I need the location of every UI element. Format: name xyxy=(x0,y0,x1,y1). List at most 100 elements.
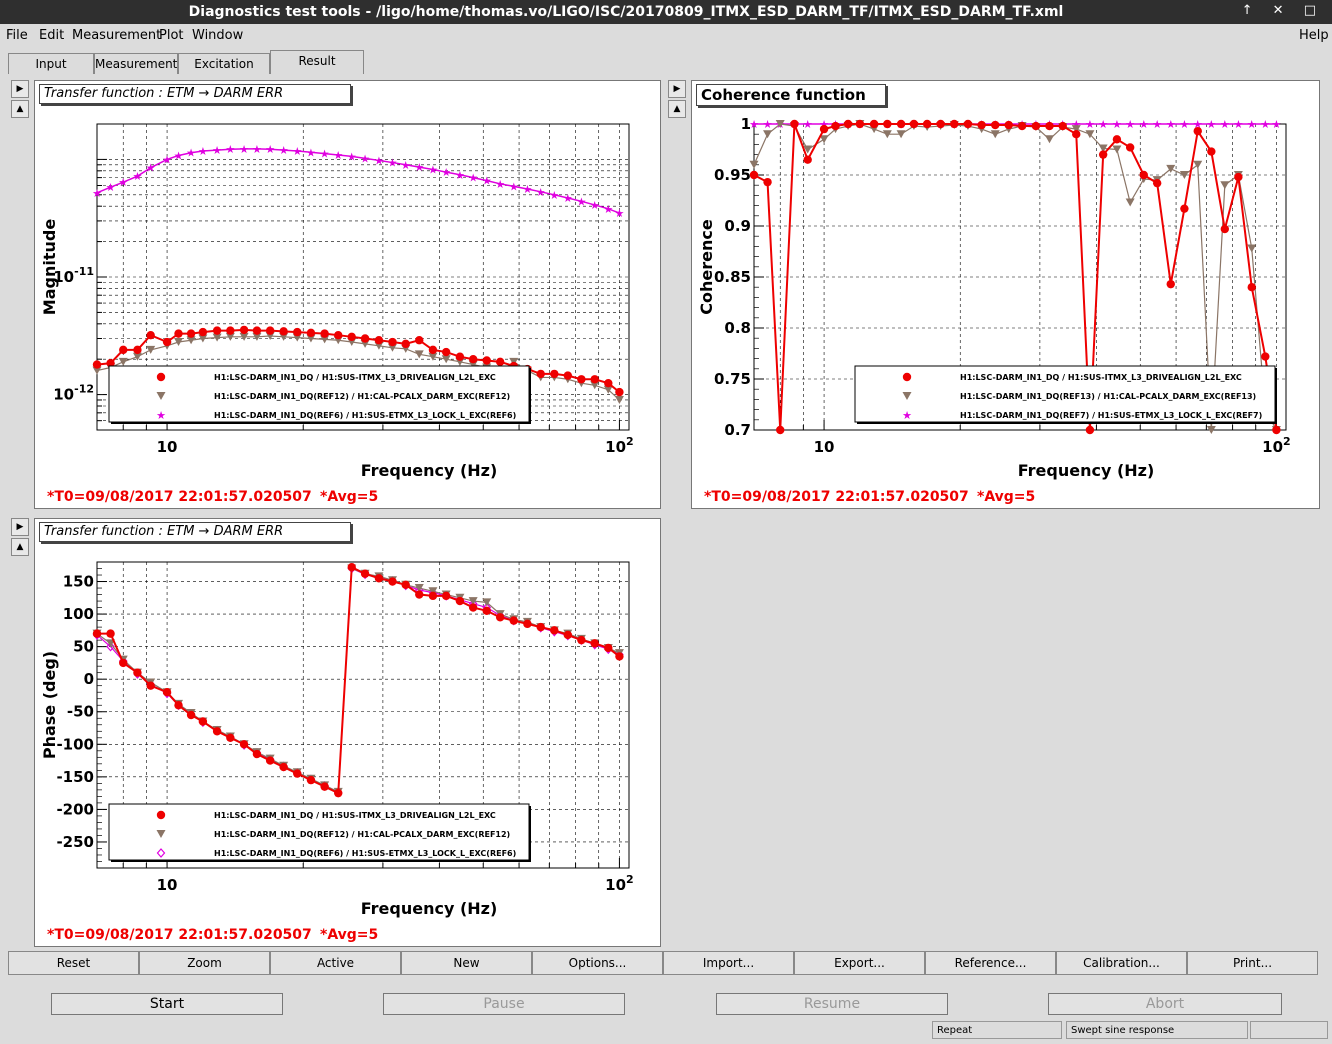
active-button[interactable]: Active xyxy=(270,951,401,975)
new-button[interactable]: New xyxy=(401,951,532,975)
menu-window[interactable]: Window xyxy=(192,28,243,43)
phase-series-0-point xyxy=(279,762,288,772)
coherence-chart[interactable]: 10 1020.70.750.80.850.90.951Frequency (Hz… xyxy=(692,81,1319,508)
phase-ytick-label: -250 xyxy=(56,833,94,851)
magnitude-series-2-point: ★ xyxy=(239,143,249,156)
tab-excitation[interactable]: Excitation xyxy=(178,53,270,74)
magnitude-series-0-point xyxy=(279,327,288,336)
phase-ytick-label: 0 xyxy=(84,670,94,688)
reference-button[interactable]: Reference... xyxy=(925,951,1056,975)
magnitude-chart[interactable]: 10 10210-1210-11Frequency (Hz)Magnitude★ ★… xyxy=(35,81,660,508)
pad3-next-icon[interactable]: ▶ xyxy=(11,518,29,536)
coherence-series-0-point xyxy=(819,124,829,134)
phase-xlabel: Frequency (Hz) xyxy=(361,899,498,918)
resume-button[interactable]: Resume xyxy=(716,993,948,1015)
coherence-series-2-point: ★ xyxy=(1085,118,1095,131)
coherence-series-2-point: ★ xyxy=(1179,118,1189,131)
reset-button[interactable]: Reset xyxy=(8,951,139,975)
pause-button[interactable]: Pause xyxy=(383,993,625,1015)
coherence-ytick-label: 0.7 xyxy=(724,421,751,439)
magnitude-legend-marker-2: ★ xyxy=(156,409,166,422)
phase-ytick-label: -50 xyxy=(67,703,94,721)
magnitude-series-0-point xyxy=(334,330,343,340)
phase-series-0-point xyxy=(415,590,424,599)
magnitude-series-0-point xyxy=(401,339,410,349)
window-titlebar[interactable]: Diagnostics test tools - /ligo/home/thom… xyxy=(0,0,1332,24)
magnitude-series-0-point xyxy=(239,325,249,335)
menu-help[interactable]: Help xyxy=(1299,28,1329,43)
main-tabs: Input Measurement Excitation Result xyxy=(0,50,1332,74)
zoom-button[interactable]: Zoom xyxy=(139,951,270,975)
menu-measurement[interactable]: Measurement xyxy=(72,28,161,43)
tab-measurement[interactable]: Measurement xyxy=(94,53,178,74)
coherence-series-0-point xyxy=(936,119,945,129)
phase-ylabel: Phase (deg) xyxy=(40,651,59,759)
magnitude-legend-label-2: H1:LSC-DARM_IN1_DQ(REF6) / H1:SUS-ETMX_L… xyxy=(214,411,516,420)
calibration-button[interactable]: Calibration... xyxy=(1056,951,1187,975)
coherence-series-0-point xyxy=(1085,425,1095,435)
coherence-series-0-point xyxy=(1098,150,1108,159)
magnitude-panel[interactable]: 10 102 10-12 10-11 Frequency (Hz) Magnitude ★ ★… xyxy=(34,80,661,509)
phase-series-0-point xyxy=(239,740,249,749)
magnitude-legend-marker-0 xyxy=(156,372,166,382)
menu-bar: File Edit Measurement Plot Window Help xyxy=(0,24,1332,46)
magnitude-series-2-point: ★ xyxy=(576,195,586,208)
import-button[interactable]: Import... xyxy=(663,951,794,975)
export-button[interactable]: Export... xyxy=(794,951,925,975)
magnitude-series-2-point: ★ xyxy=(133,170,143,183)
start-button[interactable]: Start xyxy=(51,993,283,1015)
coherence-t0: *T0=09/08/2017 22:01:57.020507 xyxy=(704,489,969,505)
coherence-series-0-point xyxy=(869,119,879,129)
phase-series-0-point xyxy=(388,577,397,586)
magnitude-series-2-point: ★ xyxy=(590,199,600,212)
coherence-series-0-point xyxy=(1072,130,1081,139)
menu-file[interactable]: File xyxy=(6,28,28,43)
phase-ytick-label: 100 xyxy=(63,605,94,623)
tab-input[interactable]: Input xyxy=(8,53,94,74)
phase-series-0-point xyxy=(374,574,384,583)
phase-series-0-point xyxy=(509,616,518,625)
coherence-panel[interactable]: 10 102 0.7 0.75 0.8 0.85 0.9 0.95 1 Frequency (Hz… xyxy=(691,80,1320,509)
coherence-ytick-label: 0.85 xyxy=(714,268,751,286)
pad3-prev-icon[interactable]: ▲ xyxy=(11,538,29,556)
status-type: Swept sine response xyxy=(1066,1021,1248,1039)
phase-series-0-point xyxy=(252,749,262,759)
coherence-series-0-point xyxy=(1017,121,1027,131)
phase-series-0-point xyxy=(306,775,316,785)
coherence-series-0-point xyxy=(1004,120,1013,130)
magnitude-series-0-point xyxy=(428,345,438,355)
options-button[interactable]: Options... xyxy=(532,951,663,975)
pad2-prev-icon[interactable]: ▲ xyxy=(668,100,686,118)
phase-series-0-point xyxy=(106,629,115,638)
coherence-xlabel: Frequency (Hz) xyxy=(1018,461,1155,480)
window-controls-icon[interactable]: ↑ ✕ □ xyxy=(1242,3,1324,18)
print-button[interactable]: Print... xyxy=(1187,951,1318,975)
pad1-next-icon[interactable]: ▶ xyxy=(11,80,29,98)
phase-chart[interactable]: 10 102 150 100 50 0 -50 -100 -150 -200 -250 Frequen… xyxy=(35,519,660,946)
magnitude-series-2-point: ★ xyxy=(495,178,505,191)
pad2-next-icon[interactable]: ▶ xyxy=(668,80,686,98)
coherence-xtick-label: 102 xyxy=(1262,435,1291,456)
phase-panel[interactable]: 10 102 150 100 50 0 -50 -100 -150 -200 -250 Frequen… xyxy=(34,518,661,947)
menu-edit[interactable]: Edit xyxy=(39,28,64,43)
magnitude-series-2-point: ★ xyxy=(536,186,546,199)
coherence-ytick-label: 0.8 xyxy=(724,319,751,337)
coherence-series-0-point xyxy=(1247,283,1256,292)
tab-result[interactable]: Result xyxy=(270,50,364,74)
coherence-series-2-point: ★ xyxy=(1139,118,1149,131)
coherence-series-0-point xyxy=(1234,172,1243,182)
magnitude-series-2-point: ★ xyxy=(92,187,102,200)
magnitude-series-0-point xyxy=(590,375,599,384)
magnitude-series-2-point: ★ xyxy=(118,176,128,189)
phase-series-0-point xyxy=(468,603,478,612)
magnitude-legend-label-0: H1:LSC-DARM_IN1_DQ / H1:SUS-ITMX_L3_DRIV… xyxy=(214,373,496,382)
magnitude-series-0-point xyxy=(615,387,624,397)
magnitude-avg: *Avg=5 xyxy=(320,489,379,505)
coherence-series-2-point: ★ xyxy=(1233,118,1243,131)
abort-button[interactable]: Abort xyxy=(1048,993,1282,1015)
coherence-series-0-point xyxy=(749,170,759,180)
coherence-series-0-point xyxy=(1152,178,1162,188)
menu-plot[interactable]: Plot xyxy=(159,28,184,43)
pad1-prev-icon[interactable]: ▲ xyxy=(11,100,29,118)
magnitude-xtick-label: 10 xyxy=(157,438,178,456)
